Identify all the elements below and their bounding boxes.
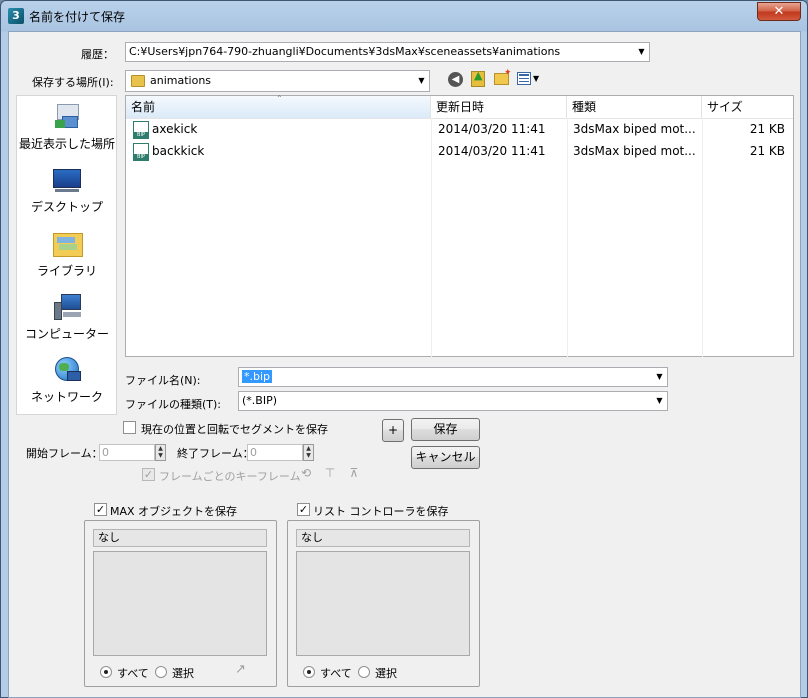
- max-object-group: なし すべて 選択 ↗: [84, 520, 277, 687]
- start-frame-input[interactable]: 0: [99, 444, 155, 461]
- place-computer[interactable]: コンピューター: [17, 292, 117, 342]
- save-button[interactable]: 保存: [411, 418, 480, 441]
- file-size: 21 KB: [749, 122, 785, 136]
- bip-file-icon: [133, 121, 149, 139]
- chevron-down-icon[interactable]: ▼: [652, 368, 667, 386]
- filename-label: ファイル名(N):: [125, 374, 201, 387]
- desktop-icon: [51, 165, 83, 195]
- place-label: デスクトップ: [30, 200, 103, 214]
- add-segment-button[interactable]: +: [382, 419, 404, 442]
- libraries-icon: [51, 229, 83, 259]
- file-row[interactable]: axekick 2014/03/20 11:41 3dsMax biped mo…: [126, 119, 793, 141]
- history-combo[interactable]: C:¥Users¥jpn764-790-zhuangli¥Documents¥3…: [125, 42, 650, 62]
- list-controller-label: リスト コントローラを保存: [313, 505, 449, 518]
- per-frame-key-label: フレームごとのキーフレーム: [159, 470, 301, 483]
- max-object-list[interactable]: [93, 551, 267, 656]
- up-folder-icon[interactable]: ▲: [471, 69, 485, 87]
- segment-checkbox[interactable]: [123, 421, 136, 434]
- dialog-client-area: 履歴： C:¥Users¥jpn764-790-zhuangli¥Documen…: [8, 31, 801, 698]
- max-all-label: すべて: [117, 667, 149, 680]
- column-header-name[interactable]: 名前 ⌃: [126, 94, 431, 118]
- filetype-select[interactable]: (*.BIP) ▼: [238, 391, 668, 411]
- file-type: 3dsMax biped mot...: [573, 144, 696, 158]
- place-recent[interactable]: 最近表示した場所: [17, 102, 117, 152]
- pick-arrow-icon[interactable]: ↗: [235, 662, 246, 677]
- start-frame-spinner[interactable]: ▲ ▼: [155, 444, 166, 461]
- file-size: 21 KB: [749, 144, 785, 158]
- filetype-value: (*.BIP): [242, 394, 278, 407]
- place-libraries[interactable]: ライブラリ: [17, 229, 117, 279]
- file-name: backkick: [152, 144, 205, 158]
- place-label: コンピューター: [24, 327, 109, 341]
- end-frame-label: 終了フレーム：: [177, 447, 254, 460]
- list-select-radio[interactable]: [358, 666, 370, 678]
- filename-value[interactable]: *.bip: [242, 370, 273, 383]
- list-controller-list-header: なし: [296, 529, 470, 547]
- max-object-checkbox[interactable]: ✓: [94, 503, 107, 516]
- list-all-label: すべて: [320, 667, 352, 680]
- place-label: ネットワーク: [30, 390, 103, 404]
- key-mode-icon-1[interactable]: ⟲: [298, 466, 314, 481]
- chevron-down-icon[interactable]: ▼: [533, 74, 539, 83]
- location-label: 保存する場所(I):: [32, 76, 114, 89]
- max-object-list-header: なし: [93, 529, 267, 547]
- network-icon: [51, 355, 83, 385]
- chevron-down-icon[interactable]: ▼: [414, 71, 429, 91]
- places-bar: 最近表示した場所 デスクトップ ライブラリ コンピューター ネットワーク: [16, 95, 117, 415]
- end-frame-spinner[interactable]: ▲ ▼: [303, 444, 314, 461]
- key-mode-icon-3[interactable]: ⊼: [346, 466, 362, 481]
- max-all-radio[interactable]: [100, 666, 112, 678]
- view-menu-icon[interactable]: [517, 72, 531, 85]
- max-select-label: 選択: [172, 667, 194, 680]
- 3dsmax-app-icon: 3: [8, 8, 24, 24]
- file-name: axekick: [152, 122, 198, 136]
- history-label: 履歴：: [81, 48, 114, 61]
- back-icon[interactable]: ◀: [448, 72, 463, 87]
- end-frame-input[interactable]: 0: [247, 444, 303, 461]
- cancel-button[interactable]: キャンセル: [411, 446, 480, 469]
- history-value: C:¥Users¥jpn764-790-zhuangli¥Documents¥3…: [129, 45, 561, 58]
- place-desktop[interactable]: デスクトップ: [17, 165, 117, 215]
- list-select-label: 選択: [375, 667, 397, 680]
- column-header-date[interactable]: 更新日時: [431, 96, 567, 118]
- max-select-radio[interactable]: [155, 666, 167, 678]
- file-date: 2014/03/20 11:41: [438, 144, 546, 158]
- max-object-label: MAX オブジェクトを保存: [110, 505, 238, 518]
- list-all-radio[interactable]: [303, 666, 315, 678]
- location-value: animations: [150, 74, 212, 87]
- column-header-type[interactable]: 種類: [567, 96, 702, 118]
- filename-combo[interactable]: *.bip ▼: [238, 367, 668, 387]
- file-row[interactable]: backkick 2014/03/20 11:41 3dsMax biped m…: [126, 141, 793, 163]
- key-mode-icon-2[interactable]: ⊤: [322, 466, 338, 481]
- file-date: 2014/03/20 11:41: [438, 122, 546, 136]
- segment-label: 現在の位置と回転でセグメントを保存: [141, 423, 328, 436]
- list-controller-checkbox[interactable]: ✓: [297, 503, 310, 516]
- close-button[interactable]: ✕: [757, 2, 801, 21]
- recent-places-icon: [51, 102, 83, 132]
- window-title: 名前を付けて保存: [29, 10, 126, 24]
- file-type: 3dsMax biped mot...: [573, 122, 696, 136]
- bip-file-icon: [133, 143, 149, 161]
- file-list[interactable]: 名前 ⌃ 更新日時 種類 サイズ axekick 2014/03/20 11:4…: [125, 94, 794, 358]
- computer-icon: [51, 292, 83, 322]
- chevron-down-icon[interactable]: ▼: [652, 392, 667, 410]
- place-network[interactable]: ネットワーク: [17, 355, 117, 405]
- chevron-down-icon[interactable]: ▼: [634, 43, 649, 61]
- per-frame-key-checkbox[interactable]: ✓: [142, 468, 155, 481]
- list-controller-list[interactable]: [296, 551, 470, 656]
- new-folder-icon[interactable]: ✦: [494, 68, 512, 85]
- save-as-dialog: 3 名前を付けて保存 ✕ 履歴： C:¥Users¥jpn764-790-zhu…: [0, 0, 808, 698]
- sort-ascending-icon: ⌃: [276, 94, 283, 103]
- list-controller-group: なし すべて 選択: [287, 520, 480, 687]
- place-label: 最近表示した場所: [18, 137, 115, 151]
- folder-icon: [131, 75, 145, 87]
- start-frame-label: 開始フレーム：: [26, 447, 103, 460]
- title-bar[interactable]: 3 名前を付けて保存 ✕: [1, 1, 807, 31]
- column-header-size[interactable]: サイズ: [702, 96, 793, 118]
- place-label: ライブラリ: [36, 264, 97, 278]
- filetype-label: ファイルの種類(T):: [125, 398, 222, 411]
